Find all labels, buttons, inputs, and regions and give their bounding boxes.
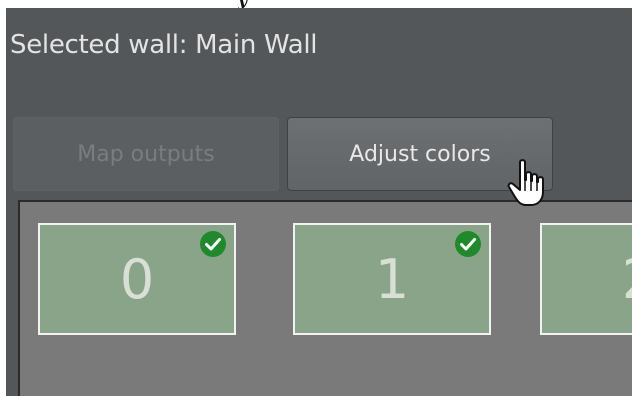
screen-tile[interactable]: 0 (38, 223, 236, 335)
screen-label: 1 (374, 247, 410, 311)
hand-pointer-icon (507, 159, 544, 206)
screen-label: 0 (119, 247, 155, 311)
top-strip: y (0, 0, 632, 10)
screen-tile[interactable]: 2 (540, 223, 632, 335)
check-circle-icon (455, 231, 481, 257)
screen-tile[interactable]: 1 (293, 223, 491, 335)
map-outputs-button[interactable]: Map outputs (13, 117, 279, 191)
check-circle-icon (200, 231, 226, 257)
wall-canvas[interactable]: 0 1 2 (18, 200, 632, 396)
screen-label: 2 (622, 248, 632, 311)
page-title: Selected wall: Main Wall (10, 30, 318, 60)
